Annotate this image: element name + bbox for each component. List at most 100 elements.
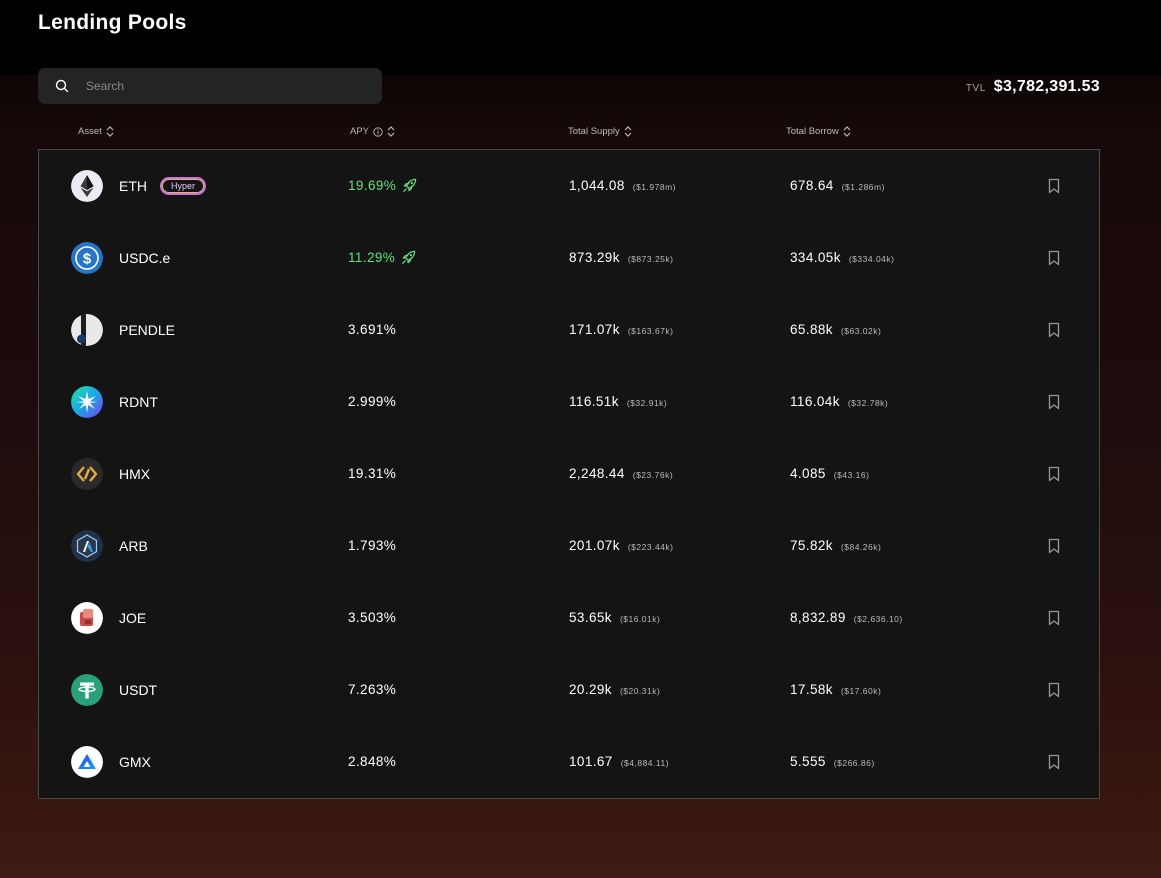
svg-text:$: $	[83, 251, 92, 268]
borrow-usd: ($63.02k)	[840, 326, 882, 336]
total-borrow: 75.82k ($84.26k)	[790, 538, 881, 553]
supply-amount: 873.29k	[569, 250, 620, 265]
table-row[interactable]: RDNT 2.999% 116.51k ($32.91k) 116.04k ($32.78…	[39, 366, 1099, 438]
apy-text: 2.848%	[348, 754, 397, 769]
column-label-asset: Asset	[78, 126, 102, 137]
supply-usd: ($16.01k)	[619, 614, 661, 624]
total-borrow: 4.085 ($43.16)	[790, 466, 869, 481]
asset-symbol: GMX	[119, 754, 151, 770]
table-row[interactable]: ARB 1.793% 201.07k ($223.44k) 75.82k ($84.26k…	[39, 510, 1099, 582]
supply-usd: ($32.91k)	[626, 398, 668, 408]
sort-icon	[106, 126, 114, 137]
apy-value: 3.691%	[348, 322, 396, 337]
usdc-icon: $	[71, 242, 103, 274]
borrow-amount: 17.58k	[790, 682, 833, 697]
column-label-total-supply: Total Supply	[568, 126, 620, 137]
total-supply: 2,248.44 ($23.76k)	[569, 466, 673, 481]
supply-usd: ($873.25k)	[627, 254, 674, 264]
borrow-amount: 75.82k	[790, 538, 833, 553]
supply-amount: 20.29k	[569, 682, 612, 697]
usdt-icon	[71, 674, 103, 706]
borrow-amount: 678.64	[790, 178, 834, 193]
supply-usd: ($20.31k)	[619, 686, 661, 696]
asset-symbol: ARB	[119, 538, 148, 554]
borrow-usd: ($334.04k)	[848, 254, 895, 264]
bookmark-icon[interactable]	[1047, 610, 1061, 626]
apy-value: 7.263%	[348, 682, 396, 697]
bookmark-icon[interactable]	[1047, 538, 1061, 554]
total-supply: 171.07k ($163.67k)	[569, 322, 673, 337]
asset-symbol: USDC.e	[119, 250, 171, 266]
asset-symbol: ETH	[119, 178, 147, 194]
supply-usd: ($23.76k)	[632, 470, 674, 480]
apy-value: 1.793%	[348, 538, 396, 553]
search-icon	[55, 79, 69, 93]
apy-value: 2.848%	[348, 754, 396, 769]
table-row[interactable]: ETH Hyper 19.69% 1,044.08 ($1.978m) 678.64 ($1…	[39, 150, 1099, 222]
total-borrow: 116.04k ($32.78k)	[790, 394, 888, 409]
rocket-icon	[402, 250, 416, 264]
column-header-apy[interactable]: APY	[350, 125, 395, 138]
sort-icon	[624, 126, 632, 137]
search-box[interactable]	[38, 68, 382, 104]
apy-value: 3.503%	[348, 610, 396, 625]
column-header-asset[interactable]: Asset	[78, 125, 114, 138]
arb-icon	[71, 530, 103, 562]
supply-amount: 116.51k	[569, 394, 619, 409]
table-row[interactable]: PENDLE 3.691% 171.07k ($163.67k) 65.88k ($63.…	[39, 294, 1099, 366]
column-header-total-borrow[interactable]: Total Borrow	[786, 125, 851, 138]
column-header-total-supply[interactable]: Total Supply	[568, 125, 632, 138]
table-row[interactable]: USDT 7.263% 20.29k ($20.31k) 17.58k ($17.60k)	[39, 654, 1099, 726]
supply-usd: ($163.67k)	[627, 326, 674, 336]
rdnt-icon	[71, 386, 103, 418]
borrow-amount: 8,832.89	[790, 610, 846, 625]
info-icon[interactable]	[373, 126, 383, 137]
supply-usd: ($223.44k)	[627, 542, 674, 552]
rocket-icon	[403, 178, 417, 192]
table-row[interactable]: GMX 2.848% 101.67 ($4,884.11) 5.555 ($266.86)	[39, 726, 1099, 798]
apy-text: 11.29%	[348, 250, 396, 265]
bookmark-icon[interactable]	[1047, 754, 1061, 770]
total-borrow: 17.58k ($17.60k)	[790, 682, 881, 697]
lending-pools-table: ETH Hyper 19.69% 1,044.08 ($1.978m) 678.64 ($1…	[38, 149, 1100, 799]
supply-amount: 53.65k	[569, 610, 612, 625]
bookmark-icon[interactable]	[1047, 322, 1061, 338]
search-input[interactable]	[86, 68, 366, 104]
eth-icon	[71, 170, 103, 202]
bookmark-icon[interactable]	[1047, 394, 1061, 410]
apy-text: 19.69%	[348, 178, 397, 193]
borrow-usd: ($32.78k)	[847, 398, 889, 408]
bookmark-icon[interactable]	[1047, 466, 1061, 482]
asset-symbol: JOE	[119, 610, 147, 626]
total-borrow: 678.64 ($1.286m)	[790, 178, 885, 193]
asset-symbol: HMX	[119, 466, 151, 482]
supply-amount: 1,044.08	[569, 178, 625, 193]
bookmark-icon[interactable]	[1047, 178, 1061, 194]
hyper-badge: Hyper	[160, 177, 207, 195]
tvl-label: TVL	[965, 83, 986, 94]
table-row[interactable]: $ USDC.e 11.29% 873.29k ($873.25k) 334.05k ($3…	[39, 222, 1099, 294]
borrow-usd: ($266.86)	[833, 758, 875, 768]
apy-text: 1.793%	[348, 538, 397, 553]
borrow-amount: 65.88k	[790, 322, 833, 337]
table-row[interactable]: HMX 19.31% 2,248.44 ($23.76k) 4.085 ($43.16)	[39, 438, 1099, 510]
gmx-icon	[71, 746, 103, 778]
total-supply: 20.29k ($20.31k)	[569, 682, 660, 697]
asset-symbol: USDT	[119, 682, 158, 698]
borrow-usd: ($1.286m)	[841, 182, 885, 192]
table-row[interactable]: JOE 3.503% 53.65k ($16.01k) 8,832.89 ($2,636.…	[39, 582, 1099, 654]
total-borrow: 65.88k ($63.02k)	[790, 322, 881, 337]
asset-symbol: PENDLE	[119, 322, 176, 338]
sort-icon	[387, 126, 395, 137]
apy-value: 19.31%	[348, 466, 396, 481]
apy-text: 3.503%	[348, 610, 397, 625]
bookmark-icon[interactable]	[1047, 682, 1061, 698]
table-header: Asset APY Total Supply Total Borrow	[0, 125, 1161, 141]
supply-amount: 101.67	[569, 754, 613, 769]
total-borrow: 8,832.89 ($2,636.10)	[790, 610, 903, 625]
total-supply: 116.51k ($32.91k)	[569, 394, 667, 409]
pendle-icon	[71, 314, 103, 346]
total-borrow: 5.555 ($266.86)	[790, 754, 875, 769]
total-supply: 201.07k ($223.44k)	[569, 538, 673, 553]
bookmark-icon[interactable]	[1047, 250, 1061, 266]
